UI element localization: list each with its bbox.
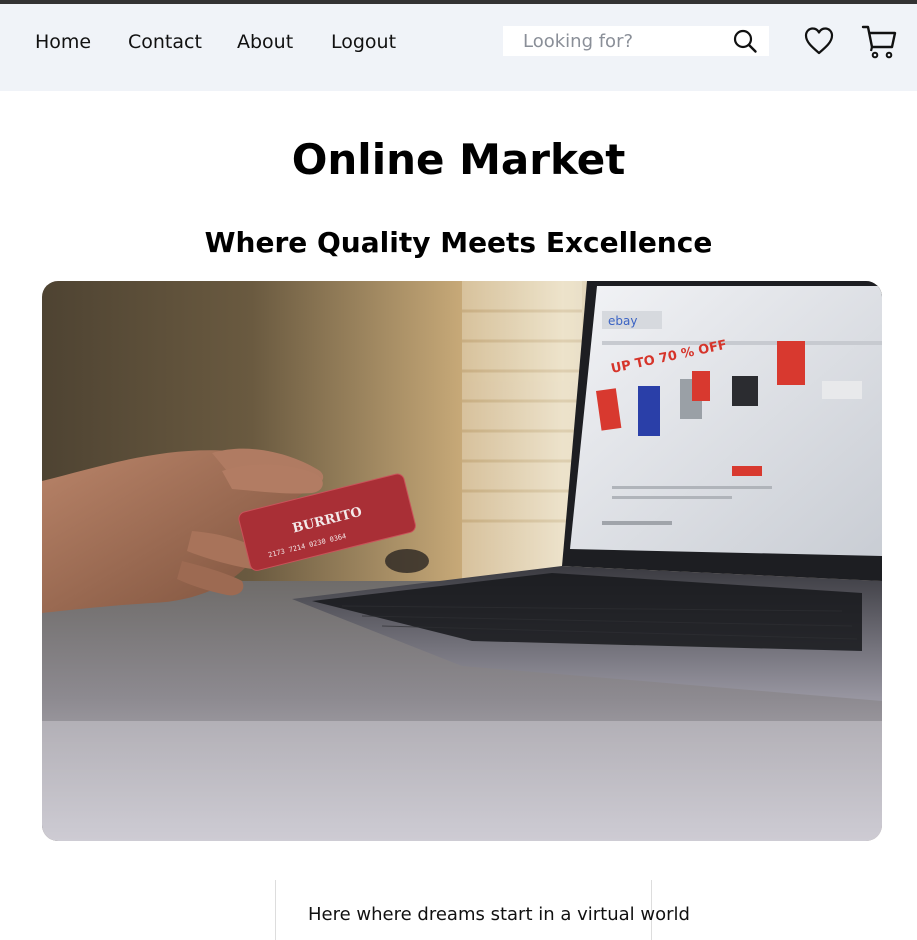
search-input[interactable] xyxy=(503,26,723,56)
svg-text:ebay: ebay xyxy=(608,314,637,328)
page-subtitle: Where Quality Meets Excellence xyxy=(204,226,713,259)
top-navbar: Home Contact About Logout xyxy=(0,4,917,91)
search-icon[interactable] xyxy=(732,28,758,54)
nav-link-about[interactable]: About xyxy=(237,30,293,54)
intro-text: Here where dreams start in a virtual wor… xyxy=(308,904,690,925)
cart-icon[interactable] xyxy=(860,22,898,60)
nav-link-logout[interactable]: Logout xyxy=(331,30,396,54)
hero-image: ebay UP TO 70 % OFF BURRITO 2173 7214 02… xyxy=(42,281,882,841)
page-title: Online Market xyxy=(291,135,626,184)
nav-link-contact[interactable]: Contact xyxy=(128,30,202,54)
hero-photo-illustration: ebay UP TO 70 % OFF BURRITO 2173 7214 02… xyxy=(42,281,882,841)
heart-icon[interactable] xyxy=(803,25,835,57)
search-bar xyxy=(503,26,769,56)
nav-link-home[interactable]: Home xyxy=(35,30,91,54)
intro-card: Here where dreams start in a virtual wor… xyxy=(275,880,690,940)
